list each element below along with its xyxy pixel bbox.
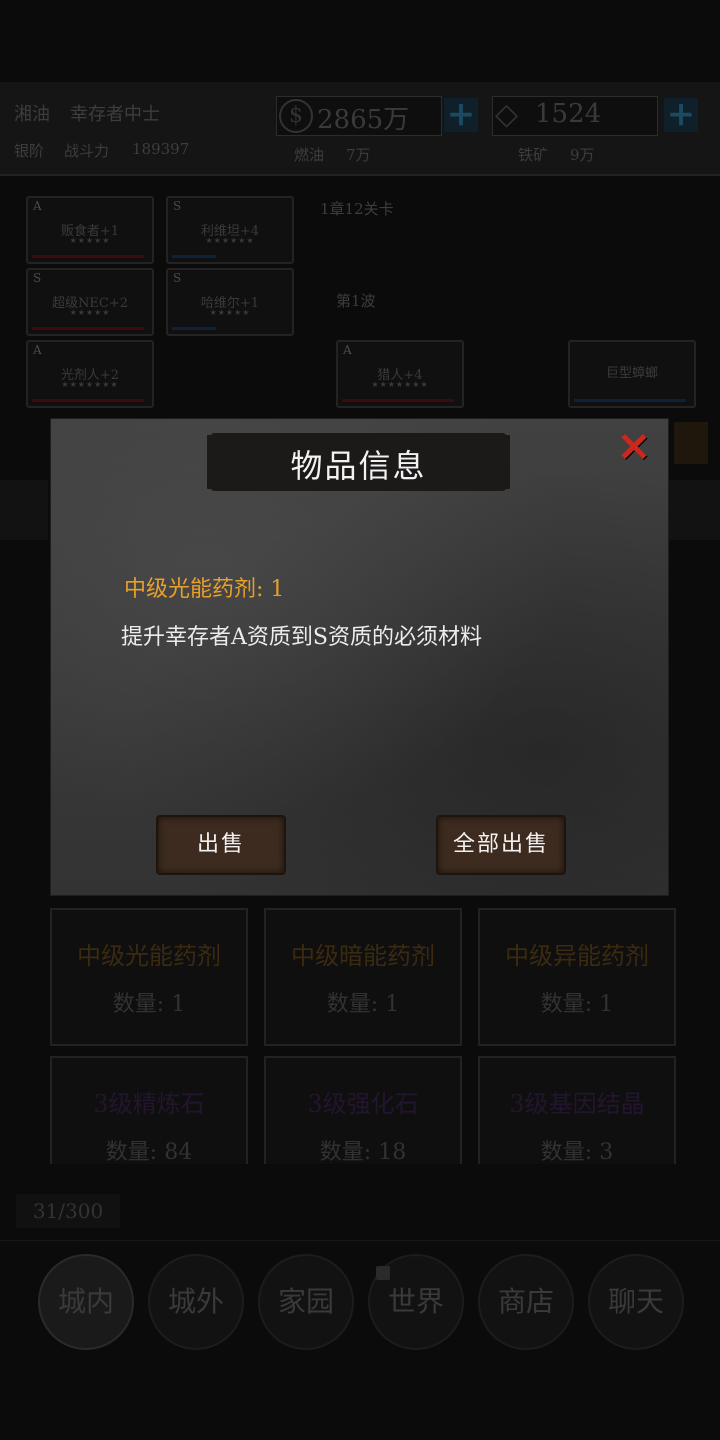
side-panel-right [668, 480, 720, 540]
power-label: 战斗力 [64, 142, 110, 160]
hero-hp-bar [32, 399, 144, 402]
fuel-value: 7万 [346, 146, 371, 164]
enemy-stars: ★★★★★★★ [371, 380, 429, 389]
add-gold-button[interactable]: + [444, 97, 478, 132]
diamond-box: ◇ 1524 [492, 96, 658, 136]
ore-value: 9万 [570, 146, 595, 164]
item-info-dialog: 物品信息 ✕ 中级光能药剂: 1 提升幸存者A资质到S资质的必须材料 出售 全部… [50, 418, 669, 896]
hero-hp-bar [172, 255, 216, 258]
tab-city-outside[interactable]: 城外 [148, 1254, 244, 1350]
hero-stars: ★★★★★★ [205, 236, 255, 245]
ore-label: 铁矿 [518, 146, 549, 164]
wave-text: 第1波 [336, 292, 376, 310]
coin-icon: $ [279, 99, 313, 133]
inventory-item[interactable]: 中级异能药剂 数量: 1 [478, 908, 676, 1046]
gold-box: $ 2865万 [276, 96, 442, 136]
tab-shop[interactable]: 商店 [478, 1254, 574, 1350]
hero-hp-bar [32, 255, 144, 258]
gold-value: 2865万 [317, 105, 410, 135]
sell-button[interactable]: 出售 [156, 815, 286, 875]
player-name: 湘油 [14, 104, 50, 125]
hero-grade: S [173, 271, 182, 285]
item-qty: 数量: 84 [105, 1140, 193, 1165]
fuel-label: 燃油 [294, 146, 325, 164]
item-name: 3级强化石 [307, 1090, 419, 1118]
item-name: 中级光能药剂 [77, 942, 221, 970]
item-qty: 数量: 1 [112, 992, 186, 1017]
gift-icon[interactable] [674, 422, 708, 464]
side-panel-left [0, 480, 48, 540]
hero-stars: ★★★★★ [69, 308, 111, 317]
item-qty: 数量: 1 [540, 992, 614, 1017]
stage-text: 1章12关卡 [320, 200, 394, 218]
hero-card[interactable]: S 利维坦+4 ★★★★★★ [166, 196, 294, 264]
item-name-label: 中级光能药剂: 1 [124, 577, 285, 602]
hero-grade: A [33, 199, 42, 213]
enemy-hp-bar [574, 399, 686, 402]
diamond-icon: ◇ [495, 97, 519, 132]
inventory-item[interactable]: 3级强化石 数量: 18 [264, 1056, 462, 1165]
enemy-card[interactable]: 巨型蟑螂 [568, 340, 696, 408]
sell-all-button[interactable]: 全部出售 [436, 815, 566, 875]
close-icon: ✕ [617, 424, 651, 471]
hero-hp-bar [172, 327, 216, 330]
inventory-item[interactable]: 3级精炼石 数量: 84 [50, 1056, 248, 1165]
hero-grade: A [33, 343, 42, 357]
diamond-value: 1524 [535, 99, 602, 129]
hero-grade: S [33, 271, 42, 285]
hero-card[interactable]: A 贩食者+1 ★★★★★ [26, 196, 154, 264]
lock-icon [376, 1266, 390, 1280]
tab-chat[interactable]: 聊天 [588, 1254, 684, 1350]
hero-card[interactable]: A 光剂人+2 ★★★★★★★ [26, 340, 154, 408]
power-prefix: 银阶 [14, 142, 45, 160]
tab-home[interactable]: 家园 [258, 1254, 354, 1350]
enemy-card[interactable]: A 猎人+4 ★★★★★★★ [336, 340, 464, 408]
inventory-capacity: 31/300 [16, 1194, 120, 1228]
tab-city-inside[interactable]: 城内 [38, 1254, 134, 1350]
enemy-grade: A [343, 343, 352, 357]
hero-stars: ★★★★★ [209, 308, 251, 317]
item-qty: 数量: 18 [319, 1140, 407, 1165]
close-button[interactable]: ✕ [614, 428, 654, 469]
hero-card[interactable]: S 哈维尔+1 ★★★★★ [166, 268, 294, 336]
item-name: 中级暗能药剂 [291, 942, 435, 970]
inventory-item[interactable]: 中级光能药剂 数量: 1 [50, 908, 248, 1046]
hero-hp-bar [32, 327, 144, 330]
top-status-bar: 湘油 幸存者中士 银阶 战斗力 189397 $ 2865万 + 燃油 7万 ◇… [0, 82, 720, 176]
hero-stars: ★★★★★ [69, 236, 111, 245]
dialog-title: 物品信息 [290, 447, 427, 485]
item-description: 提升幸存者A资质到S资质的必须材料 [121, 625, 482, 650]
item-name: 3级精炼石 [93, 1090, 205, 1118]
dialog-title-bar: 物品信息 [211, 433, 506, 491]
enemy-hp-bar [342, 399, 454, 402]
hero-grade: S [173, 199, 182, 213]
item-qty: 数量: 1 [326, 992, 400, 1017]
power-value: 189397 [132, 140, 190, 158]
item-name: 中级异能药剂 [505, 942, 649, 970]
add-diamond-button[interactable]: + [664, 97, 698, 132]
inventory-item[interactable]: 3级基因结晶 数量: 3 [478, 1056, 676, 1165]
hero-card[interactable]: S 超级NEC+2 ★★★★★ [26, 268, 154, 336]
item-qty: 数量: 3 [540, 1140, 614, 1165]
enemy-name: 巨型蟑螂 [605, 366, 658, 381]
inventory-item[interactable]: 中级暗能药剂 数量: 1 [264, 908, 462, 1046]
item-name: 3级基因结晶 [509, 1090, 645, 1118]
hero-stars: ★★★★★★★ [61, 380, 119, 389]
player-title: 幸存者中士 [70, 104, 160, 125]
